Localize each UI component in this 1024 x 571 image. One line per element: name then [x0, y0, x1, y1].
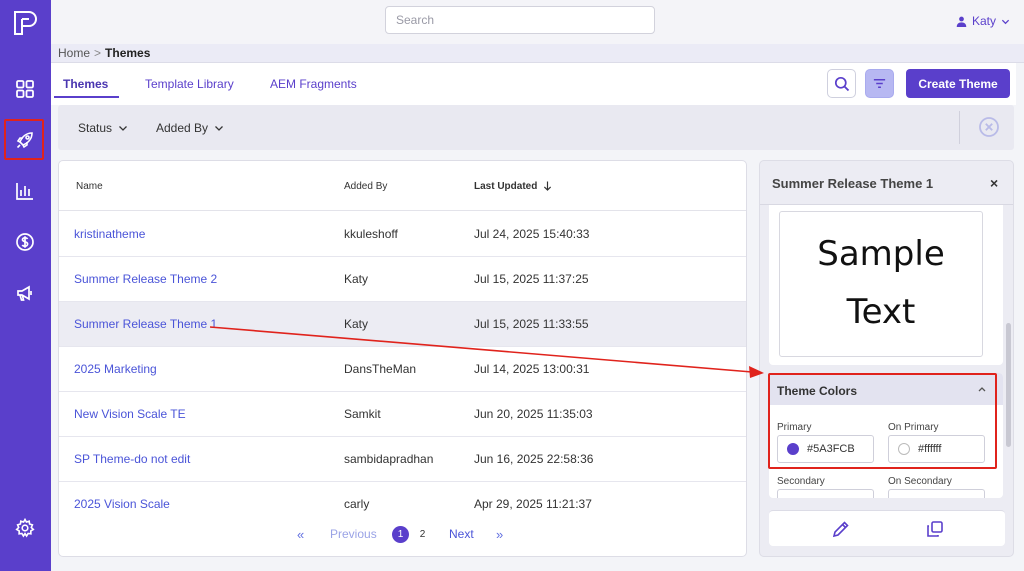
pagination: « Previous 1 2 Next » — [59, 516, 746, 556]
status-filter[interactable]: Status — [78, 121, 128, 135]
table-row[interactable]: 2025 Marketing DansTheMan Jul 14, 2025 1… — [59, 347, 746, 392]
theme-name-link[interactable]: kristinatheme — [74, 227, 145, 241]
megaphone-icon — [17, 285, 32, 301]
panel-actions — [769, 510, 1005, 546]
sidebar-item-analytics[interactable] — [10, 176, 40, 206]
top-bar: Katy — [51, 0, 1024, 44]
last-page-button[interactable]: » — [496, 527, 503, 542]
tab-aem-fragments[interactable]: AEM Fragments — [270, 77, 357, 91]
search-icon — [834, 76, 849, 91]
panel-title: Summer Release Theme 1 — [772, 176, 934, 191]
added-by-cell: Katy — [344, 317, 369, 331]
theme-name-link[interactable]: 2025 Vision Scale — [74, 497, 170, 511]
sidebar-item-billing[interactable] — [10, 227, 40, 257]
filter-bar: Status Added By — [58, 105, 1014, 150]
breadcrumb-separator: > — [94, 46, 102, 60]
filter-button[interactable] — [865, 69, 894, 98]
secondary-color-field[interactable] — [777, 489, 874, 498]
last-updated-cell: Apr 29, 2025 11:21:37 — [474, 497, 592, 511]
last-updated-cell: Jul 15, 2025 11:33:55 — [474, 317, 589, 331]
column-header-added-by[interactable]: Added By — [344, 181, 387, 192]
copy-icon[interactable] — [925, 519, 945, 539]
sidebar-highlight-box — [4, 119, 44, 160]
on-secondary-color-label: On Secondary — [888, 476, 952, 487]
table-row[interactable]: kristinatheme kkuleshoff Jul 24, 2025 15… — [59, 212, 746, 257]
chevron-down-icon — [119, 126, 127, 131]
table-row[interactable]: SP Theme-do not edit sambidapradhan Jun … — [59, 437, 746, 482]
edit-pencil-icon[interactable] — [831, 519, 851, 539]
tab-themes[interactable]: Themes — [63, 77, 108, 91]
column-header-last-updated[interactable]: Last Updated — [474, 181, 537, 192]
filter-icon — [873, 79, 886, 88]
breadcrumb: Home > Themes — [51, 44, 1024, 63]
panel-scrollbar[interactable] — [1006, 323, 1011, 447]
chevron-down-icon — [215, 126, 224, 131]
theme-name-link[interactable]: New Vision Scale TE — [74, 407, 186, 421]
tab-template-library[interactable]: Template Library — [145, 77, 234, 91]
secondary-color-label: Secondary — [777, 476, 825, 487]
theme-name-link[interactable]: 2025 Marketing — [74, 362, 157, 376]
user-menu[interactable]: Katy — [956, 14, 1010, 28]
page-1-button[interactable]: 1 — [392, 526, 409, 543]
table-header: Name Added By Last Updated — [59, 161, 746, 211]
theme-detail-panel: Summer Release Theme 1 × Sample Text The… — [759, 160, 1014, 557]
sidebar — [0, 0, 51, 571]
filter-divider — [959, 111, 960, 144]
create-theme-button[interactable]: Create Theme — [906, 69, 1010, 98]
added-by-cell: sambidapradhan — [344, 452, 434, 466]
dashboard-grid-icon — [16, 80, 34, 98]
search-button[interactable] — [827, 69, 856, 98]
status-filter-label: Status — [78, 121, 113, 135]
last-updated-cell: Jul 24, 2025 15:40:33 — [474, 227, 590, 241]
breadcrumb-current: Themes — [105, 46, 151, 60]
table-row[interactable]: Summer Release Theme 2 Katy Jul 15, 2025… — [59, 257, 746, 302]
theme-name-link[interactable]: Summer Release Theme 2 — [74, 272, 217, 286]
table-row[interactable]: New Vision Scale TE Samkit Jun 20, 2025 … — [59, 392, 746, 437]
sample-text-card: Sample Text — [769, 205, 1003, 365]
on-secondary-color-field[interactable] — [888, 489, 985, 498]
page-2-button[interactable]: 2 — [414, 526, 431, 543]
first-page-button[interactable]: « — [297, 527, 304, 542]
last-updated-cell: Jul 15, 2025 11:37:25 — [474, 272, 589, 286]
theme-colors-highlight-box — [768, 373, 997, 469]
app-logo-icon[interactable] — [11, 8, 39, 38]
gear-icon — [15, 518, 35, 538]
user-icon — [956, 16, 967, 27]
app-root: Katy Home > Themes Themes Template Libra… — [0, 0, 1024, 571]
column-header-name[interactable]: Name — [76, 181, 103, 192]
previous-page-button[interactable]: Previous — [330, 527, 377, 541]
added-by-cell: DansTheMan — [344, 362, 417, 376]
sample-text-preview: Sample Text — [779, 211, 983, 357]
added-by-filter[interactable]: Added By — [156, 121, 224, 135]
sidebar-item-settings[interactable] — [10, 513, 40, 543]
search-input[interactable] — [385, 6, 655, 34]
chevron-down-icon — [1001, 19, 1010, 24]
theme-name-link[interactable]: SP Theme-do not edit — [74, 452, 190, 466]
themes-table: Name Added By Last Updated kristinatheme… — [58, 160, 747, 557]
next-page-button[interactable]: Next — [449, 527, 474, 541]
theme-name-link[interactable]: Summer Release Theme 1 — [74, 317, 217, 331]
clear-filters-icon[interactable] — [978, 116, 1000, 138]
sidebar-item-campaigns[interactable] — [10, 278, 40, 308]
added-by-cell: Samkit — [344, 407, 381, 421]
active-tab-indicator — [54, 96, 119, 98]
close-panel-button[interactable]: × — [990, 175, 998, 191]
added-by-cell: carly — [344, 497, 370, 511]
added-by-cell: kkuleshoff — [344, 227, 398, 241]
table-row-selected[interactable]: Summer Release Theme 1 Katy Jul 15, 2025… — [59, 302, 746, 347]
dollar-icon — [16, 233, 34, 251]
tabs-row: Themes Template Library AEM Fragments Cr… — [51, 63, 1016, 105]
added-by-cell: Katy — [344, 272, 369, 286]
bar-chart-icon — [16, 183, 33, 200]
added-by-filter-label: Added By — [156, 121, 209, 135]
user-name: Katy — [971, 14, 996, 28]
sidebar-item-dashboard[interactable] — [10, 74, 40, 104]
last-updated-cell: Jun 16, 2025 22:58:36 — [474, 452, 594, 466]
last-updated-cell: Jul 14, 2025 13:00:31 — [474, 362, 590, 376]
sort-descending-icon[interactable] — [543, 180, 552, 192]
last-updated-cell: Jun 20, 2025 11:35:03 — [474, 407, 593, 421]
breadcrumb-home[interactable]: Home — [58, 46, 90, 60]
